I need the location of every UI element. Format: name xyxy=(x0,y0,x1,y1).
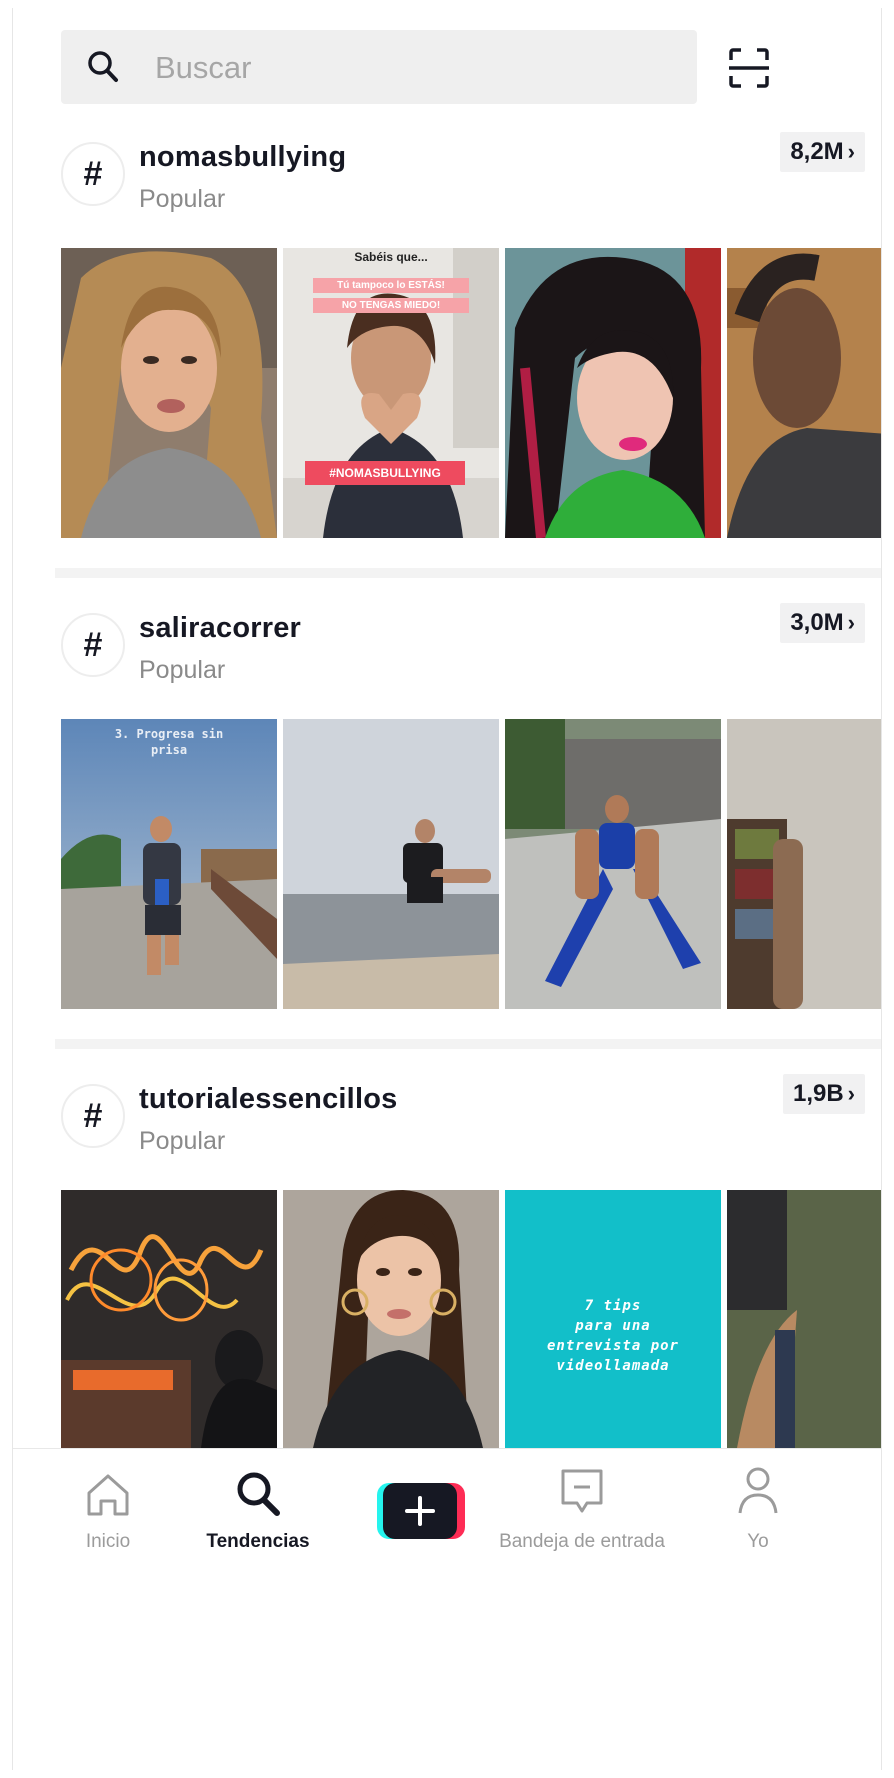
overlay-hashtag: #NOMASBULLYING xyxy=(305,461,465,485)
nav-discover[interactable]: Tendencias xyxy=(193,1449,323,1565)
hashtag-icon: # xyxy=(61,613,125,677)
video-thumbnail[interactable] xyxy=(727,248,881,538)
discover-screen: # nomasbullying Popular 8,2M › xyxy=(12,8,882,1770)
search-icon xyxy=(88,51,118,82)
search-bar[interactable] xyxy=(61,30,697,106)
inbox-icon xyxy=(561,1469,603,1513)
overlay-line: para una xyxy=(575,1318,651,1334)
hashtag-subtitle: Popular xyxy=(139,185,226,213)
view-count: 8,2M xyxy=(790,138,844,165)
video-thumbnail-image xyxy=(61,248,277,538)
search-input[interactable] xyxy=(153,30,677,106)
overlay-title: Sabéis que... xyxy=(354,250,428,264)
overlay-line: entrevista por xyxy=(546,1338,679,1354)
video-thumbnail[interactable] xyxy=(727,719,881,1009)
video-thumbnail-image xyxy=(283,719,499,1009)
video-thumbnail-image xyxy=(283,1190,499,1448)
view-count-badge[interactable]: 3,0M › xyxy=(780,603,865,643)
view-count-badge[interactable]: 1,9B › xyxy=(782,1074,865,1114)
create-video-button[interactable] xyxy=(377,1483,465,1539)
section-divider xyxy=(55,568,881,578)
hashtag-subtitle: Popular xyxy=(139,656,226,684)
video-thumbnails-row: Sabéis que... Tú tampoco lo ESTÁS! NO TE… xyxy=(61,248,881,538)
bottom-navigation: Inicio Tendencias Bandeja de entrada Yo xyxy=(13,1448,881,1565)
nav-profile[interactable]: Yo xyxy=(703,1449,813,1565)
overlay-line: 3. Progresa sin xyxy=(114,727,224,741)
hashtag-icon: # xyxy=(61,1084,125,1148)
nav-inbox-label: Bandeja de entrada xyxy=(499,1531,665,1552)
video-thumbnail[interactable]: Sabéis que... Tú tampoco lo ESTÁS! NO TE… xyxy=(283,248,499,538)
person-icon xyxy=(738,1467,778,1514)
video-thumbnail-image xyxy=(727,248,881,538)
video-thumbnail[interactable]: 3. Progresa sin prisa xyxy=(61,719,277,1009)
video-thumbnail[interactable] xyxy=(61,248,277,538)
video-thumbnail-image xyxy=(61,1190,277,1448)
nav-discover-label: Tendencias xyxy=(206,1531,310,1552)
nav-profile-label: Yo xyxy=(747,1531,769,1552)
home-icon xyxy=(87,1474,129,1516)
video-thumbnail[interactable] xyxy=(61,1190,277,1448)
hashtag-title[interactable]: tutorialessencillos xyxy=(139,1083,397,1116)
video-thumbnail[interactable] xyxy=(283,719,499,1009)
nav-inbox[interactable]: Bandeja de entrada xyxy=(487,1449,677,1565)
view-count: 1,9B xyxy=(792,1080,844,1107)
hashtag-icon: # xyxy=(61,142,125,206)
video-thumbnails-row: 7 tips para una entrevista por videollam… xyxy=(61,1190,881,1448)
video-thumbnail[interactable] xyxy=(283,1190,499,1448)
section-divider xyxy=(55,1039,881,1049)
video-thumbnail-image xyxy=(727,719,881,1009)
overlay-line: Tú tampoco lo ESTÁS! xyxy=(313,278,469,293)
hashtag-title[interactable]: saliracorrer xyxy=(139,612,301,645)
plus-icon xyxy=(405,1496,435,1526)
chevron-right-icon: › xyxy=(847,139,855,164)
overlay-line: prisa xyxy=(150,743,188,757)
scan-icon[interactable] xyxy=(727,46,771,90)
view-count: 3,0M xyxy=(790,609,844,636)
video-thumbnail[interactable] xyxy=(505,248,721,538)
hashtag-title[interactable]: nomasbullying xyxy=(139,141,346,174)
nav-home[interactable]: Inicio xyxy=(43,1449,173,1565)
video-thumbnail-image xyxy=(61,719,277,1009)
video-thumbnails-row: 3. Progresa sin prisa xyxy=(61,719,881,1009)
overlay-line: videollamada xyxy=(556,1358,670,1374)
chevron-right-icon: › xyxy=(847,1081,855,1106)
search-icon xyxy=(237,1472,280,1516)
blank-area xyxy=(13,1565,881,1770)
video-thumbnail[interactable] xyxy=(505,719,721,1009)
video-thumbnail-image xyxy=(505,248,721,538)
hashtag-subtitle: Popular xyxy=(139,1127,226,1155)
overlay-line: 7 tips xyxy=(584,1298,642,1314)
view-count-badge[interactable]: 8,2M › xyxy=(780,132,865,172)
overlay-line: NO TENGAS MIEDO! xyxy=(313,298,469,313)
video-thumbnail-image xyxy=(727,1190,881,1448)
video-thumbnail[interactable]: 7 tips para una entrevista por videollam… xyxy=(505,1190,721,1448)
video-thumbnail-image xyxy=(505,719,721,1009)
video-thumbnail[interactable] xyxy=(727,1190,881,1448)
chevron-right-icon: › xyxy=(847,610,855,635)
